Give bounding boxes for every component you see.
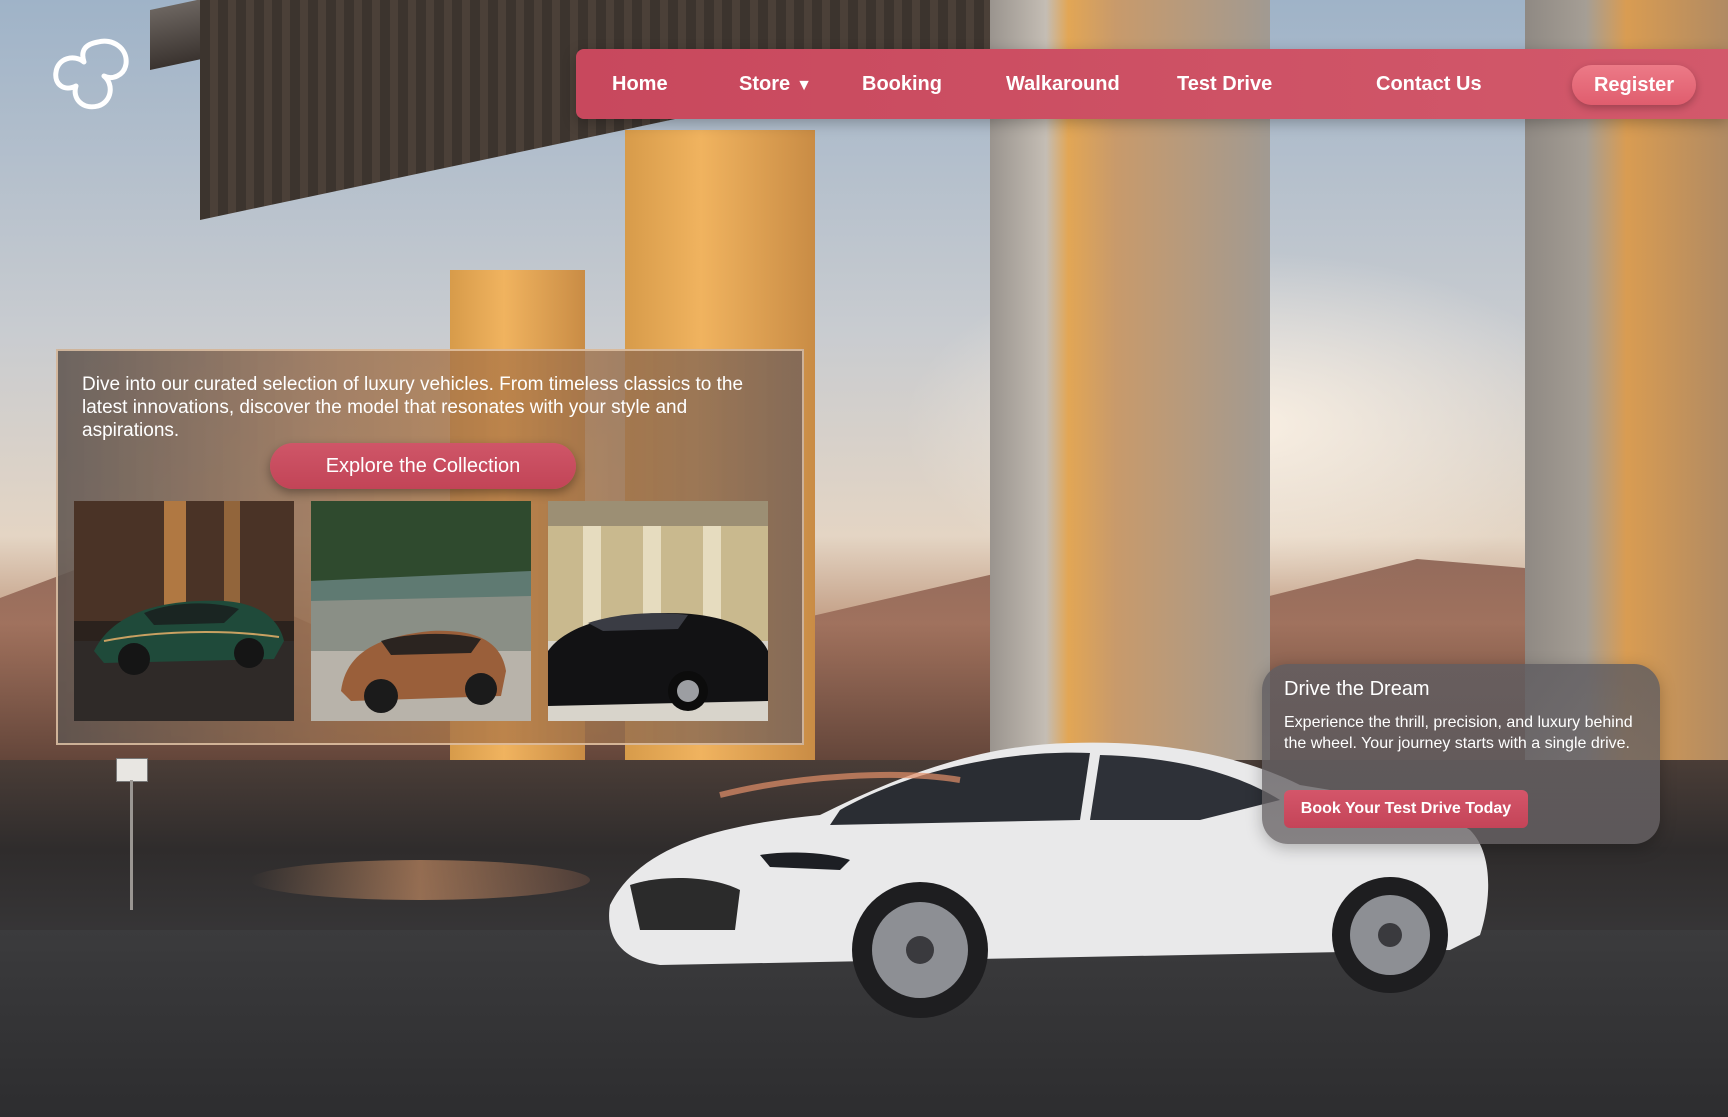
nav-store-label: Store [739,73,791,95]
nav-booking[interactable]: Booking [862,49,942,119]
street-sign [116,758,148,782]
street-sign-post [130,780,133,910]
main-nav: Home Store ▼ Booking Walkaround Test Driv… [576,49,1728,119]
nav-store[interactable]: Store ▼ [739,49,812,119]
nav-test-drive[interactable]: Test Drive [1177,49,1272,119]
nav-home-label: Home [612,73,668,95]
nav-walkaround[interactable]: Walkaround [1006,49,1120,119]
nav-test-drive-label: Test Drive [1177,73,1273,95]
chevron-down-icon: ▼ [796,77,812,94]
promo-title: Drive the Dream [1284,678,1430,700]
explore-collection-button[interactable]: Explore the Collection [270,443,576,489]
nav-contact-us[interactable]: Contact Us [1376,49,1482,119]
black-classic-car-image[interactable] [548,501,768,721]
green-concept-car-image[interactable] [74,501,294,721]
puddle [250,860,590,900]
promo-text: Experience the thrill, precision, and lu… [1284,714,1633,752]
book-test-drive-button[interactable]: Book Your Test Drive Today [1284,790,1528,828]
register-button[interactable]: Register [1572,65,1696,105]
collection-panel: Dive into our curated selection of luxur… [56,349,804,745]
nav-booking-label: Booking [862,73,942,95]
nav-walkaround-label: Walkaround [1006,73,1120,95]
test-drive-promo-card: Drive the Dream Experience the thrill, p… [1262,664,1660,844]
bronze-suv-image[interactable] [311,501,531,721]
nav-contact-us-label: Contact Us [1376,73,1482,95]
infinity-loop-icon[interactable] [52,36,132,112]
nav-home[interactable]: Home [612,49,668,119]
collection-description: Dive into our curated selection of luxur… [82,374,744,441]
